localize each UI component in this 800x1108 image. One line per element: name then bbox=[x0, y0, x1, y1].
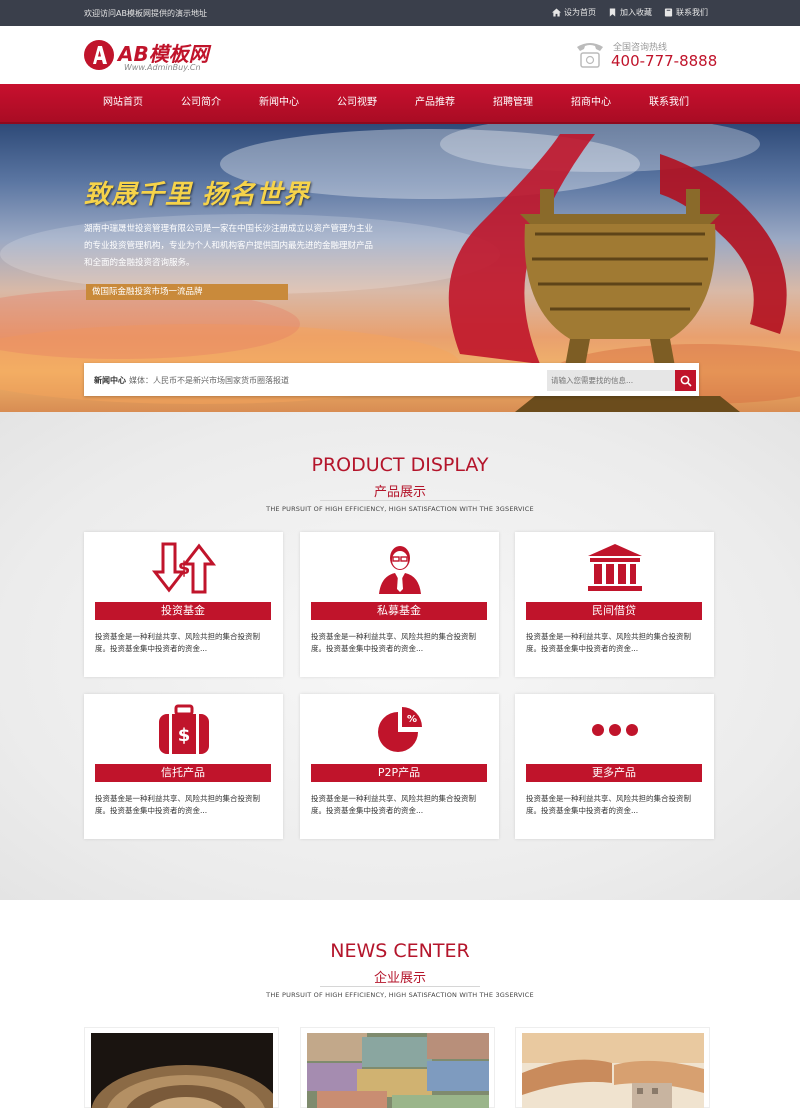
search-input[interactable] bbox=[547, 370, 675, 391]
product-card-title: 信托产品 bbox=[95, 764, 271, 782]
hotline: 全国咨询热线 400-777-8888 bbox=[573, 36, 717, 76]
svg-text:$: $ bbox=[177, 558, 190, 579]
product-title-cn: 产品展示 bbox=[373, 485, 426, 500]
product-card[interactable]: 私募基金 投资基金是一种利益共享、风险共担的集合投资制度。投资基金集中投资者的资… bbox=[300, 532, 499, 677]
bookmark-icon bbox=[609, 8, 616, 17]
top-links: 设为首页 加入收藏 联系我们 bbox=[552, 7, 708, 18]
more-dots-icon bbox=[591, 724, 638, 736]
svg-text:%: % bbox=[406, 714, 416, 725]
product-card-title: P2P产品 bbox=[311, 764, 487, 782]
product-card-title: 私募基金 bbox=[311, 602, 487, 620]
coins-image bbox=[91, 1033, 273, 1108]
news-section: NEWS CENTER 企业展示 THE PURSUIT OF HIGH EFF… bbox=[0, 900, 800, 1108]
news-bar-label: 新闻中心 bbox=[94, 376, 126, 385]
product-card-title: 民间借贷 bbox=[526, 602, 702, 620]
bank-icon bbox=[587, 544, 642, 591]
product-card-desc: 投资基金是一种利益共享、风险共担的集合投资制度。投资基金集中投资者的资金... bbox=[95, 794, 260, 815]
product-card-desc: 投资基金是一种利益共享、风险共担的集合投资制度。投资基金集中投资者的资金... bbox=[311, 794, 476, 815]
top-bar: 欢迎访问AB模板网提供的演示地址 设为首页 加入收藏 联系我们 bbox=[0, 0, 800, 26]
search-icon bbox=[680, 375, 692, 387]
svg-text:$: $ bbox=[177, 725, 190, 746]
product-card[interactable]: % P2P产品 投资基金是一种利益共享、风险共担的集合投资制度。投资基金集中投资… bbox=[300, 694, 499, 839]
pie-chart-icon: % bbox=[377, 707, 422, 752]
businessman-icon bbox=[378, 546, 421, 594]
contact-us-link[interactable]: 联系我们 bbox=[664, 7, 708, 18]
nav-item-vision[interactable]: 公司视野 bbox=[318, 84, 396, 124]
nav-item-products[interactable]: 产品推荐 bbox=[396, 84, 474, 124]
product-card[interactable]: $ 信托产品 投资基金是一种利益共享、风险共担的集合投资制度。投资基金集中投资者… bbox=[84, 694, 283, 839]
product-subtitle: THE PURSUIT OF HIGH EFFICIENCY, HIGH SAT… bbox=[266, 505, 534, 513]
product-section: PRODUCT DISPLAY 产品展示 THE PURSUIT OF HIGH… bbox=[0, 412, 800, 900]
nav-item-recruit[interactable]: 招聘管理 bbox=[474, 84, 552, 124]
nav-item-home[interactable]: 网站首页 bbox=[84, 84, 162, 124]
news-thumbnail[interactable] bbox=[84, 1027, 279, 1108]
home-icon bbox=[552, 8, 561, 17]
logo-a-icon bbox=[84, 40, 114, 70]
nav-item-contact[interactable]: 联系我们 bbox=[630, 84, 708, 124]
welcome-text: 欢迎访问AB模板网提供的演示地址 bbox=[84, 9, 207, 18]
banknotes-image bbox=[307, 1033, 489, 1108]
money-bag-icon: $ bbox=[158, 704, 209, 754]
product-card[interactable]: $ 投资基金 投资基金是一种利益共享、风险共担的集合投资制度。投资基金集中投资者… bbox=[84, 532, 283, 677]
add-favorite-link[interactable]: 加入收藏 bbox=[608, 7, 652, 18]
news-subtitle: THE PURSUIT OF HIGH EFFICIENCY, HIGH SAT… bbox=[266, 991, 534, 999]
site-logo[interactable]: AB模板网 Www.AdminBuy.Cn bbox=[84, 38, 224, 74]
telephone-icon bbox=[577, 43, 603, 68]
nav-item-news[interactable]: 新闻中心 bbox=[240, 84, 318, 124]
product-card-title: 更多产品 bbox=[526, 764, 702, 782]
set-homepage-link[interactable]: 设为首页 bbox=[552, 7, 596, 18]
banner-intro: 湖南中瑞晟世投资管理有限公司是一家在中国长沙注册成立以资产管理为主业的专业投资管… bbox=[84, 224, 374, 268]
product-title-en: PRODUCT DISPLAY bbox=[311, 454, 489, 476]
product-divider bbox=[320, 500, 480, 501]
product-card-desc: 投资基金是一种利益共享、风险共担的集合投资制度。投资基金集中投资者的资金... bbox=[311, 632, 476, 653]
hotline-number: 400-777-8888 bbox=[611, 52, 718, 70]
exchange-dollar-icon: $ bbox=[151, 542, 216, 594]
news-thumbnail[interactable] bbox=[300, 1027, 495, 1108]
handshake-image bbox=[522, 1033, 704, 1108]
banner-slogan: 致晟千里 扬名世界 bbox=[84, 180, 311, 210]
product-card-desc: 投资基金是一种利益共享、风险共担的集合投资制度。投资基金集中投资者的资金... bbox=[95, 632, 260, 653]
news-title-en: NEWS CENTER bbox=[330, 940, 470, 962]
contact-icon bbox=[664, 8, 673, 17]
news-divider bbox=[320, 986, 480, 987]
product-card[interactable]: 民间借贷 投资基金是一种利益共享、风险共担的集合投资制度。投资基金集中投资者的资… bbox=[515, 532, 714, 677]
banner-badge: 做国际金融投资市场一流品牌 bbox=[86, 284, 288, 300]
product-card-title: 投资基金 bbox=[95, 602, 271, 620]
nav-item-investment[interactable]: 招商中心 bbox=[552, 84, 630, 124]
search-button[interactable] bbox=[675, 370, 696, 391]
product-card-desc: 投资基金是一种利益共享、风险共担的集合投资制度。投资基金集中投资者的资金... bbox=[526, 632, 691, 653]
product-card[interactable]: 更多产品 投资基金是一种利益共享、风险共担的集合投资制度。投资基金集中投资者的资… bbox=[515, 694, 714, 839]
logo-url: Www.AdminBuy.Cn bbox=[124, 63, 201, 72]
site-header: AB模板网 Www.AdminBuy.Cn 全国咨询热线 400-777-888… bbox=[0, 26, 800, 84]
news-thumbnail[interactable] bbox=[515, 1027, 710, 1108]
news-search-bar: 新闻中心 媒体：人民币不是新兴市场国家货币圈落报道 bbox=[84, 363, 699, 396]
news-title-cn: 企业展示 bbox=[373, 971, 426, 986]
nav-item-about[interactable]: 公司简介 bbox=[162, 84, 240, 124]
product-card-desc: 投资基金是一种利益共享、风险共担的集合投资制度。投资基金集中投资者的资金... bbox=[526, 794, 691, 815]
news-bar-headline[interactable]: 媒体：人民币不是新兴市场国家货币圈落报道 bbox=[129, 375, 289, 386]
main-nav: 网站首页 公司简介 新闻中心 公司视野 产品推荐 招聘管理 招商中心 联系我们 bbox=[0, 84, 800, 124]
